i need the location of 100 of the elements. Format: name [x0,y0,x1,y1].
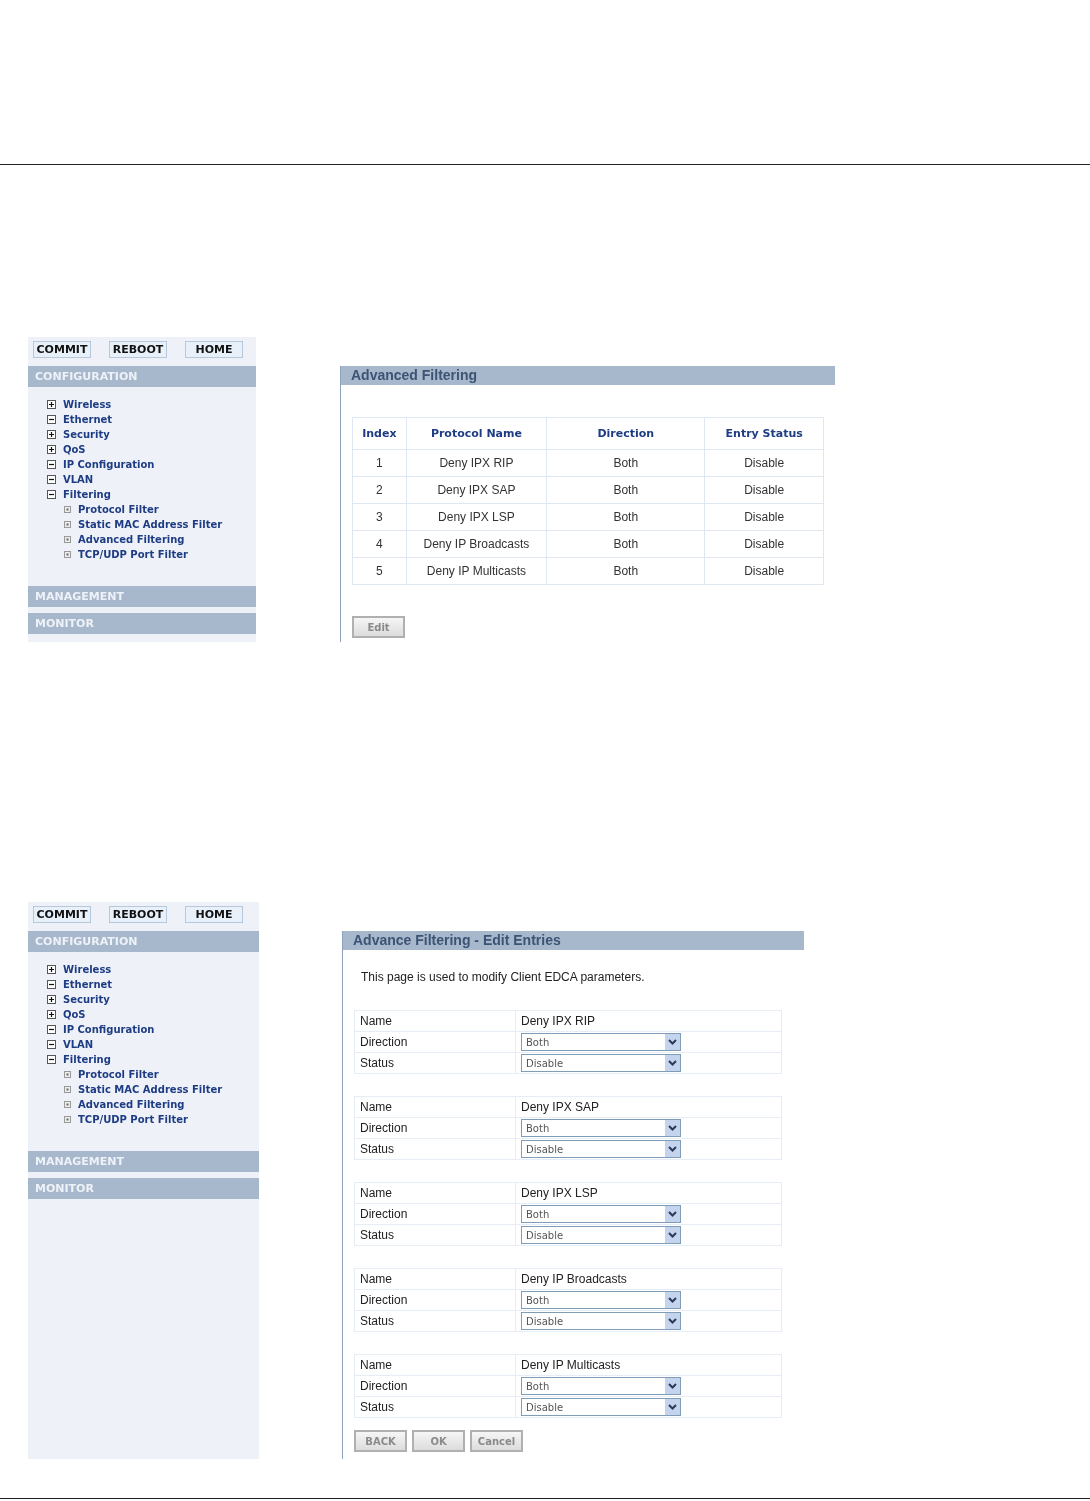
tree-item[interactable]: Ethernet [63,414,113,425]
tree-item[interactable]: IP Configuration [63,1024,155,1035]
name-value: Deny IPX LSP [515,1182,782,1204]
direction-select[interactable]: Both [521,1119,681,1137]
field-label: Direction [354,1117,516,1139]
table-cell: 3 [352,503,407,531]
bullet-box-icon [64,1071,71,1078]
nav-button[interactable]: REBOOT [109,906,167,923]
column-header: Direction [546,417,705,450]
tree-item[interactable]: QoS [63,1009,86,1020]
nav-button[interactable]: HOME [185,906,243,923]
table-cell: Disable [704,503,824,531]
minus-box-icon[interactable] [47,1055,56,1064]
direction-select[interactable]: Both [521,1291,681,1309]
field-label: Name [354,1354,516,1376]
field-label: Direction [354,1203,516,1225]
minus-box-icon[interactable] [47,1040,56,1049]
table-cell: 5 [352,557,407,585]
tree-item[interactable]: Security [63,429,110,440]
bullet-box-icon [64,551,71,558]
table-cell: Deny IPX SAP [406,476,547,504]
field-label: Status [354,1052,516,1074]
nav-button[interactable]: REBOOT [109,341,167,358]
bullet-box-icon [64,521,71,528]
description-text: This page is used to modify Client EDCA parameters. [361,970,646,984]
plus-box-icon[interactable] [47,965,56,974]
plus-box-icon[interactable] [47,430,56,439]
column-header: Protocol Name [406,417,547,450]
bullet-box-icon [64,506,71,513]
table-cell: Both [546,530,705,558]
bullet-box-icon [64,1101,71,1108]
field-label: Name [354,1096,516,1118]
tree-item[interactable]: Filtering [63,1054,111,1065]
name-value: Deny IPX SAP [515,1096,782,1118]
tree-item[interactable]: Wireless [63,964,112,975]
tree-item[interactable]: Static MAC Address Filter [78,519,223,530]
minus-box-icon[interactable] [47,490,56,499]
tree-item[interactable]: IP Configuration [63,459,155,470]
minus-box-icon[interactable] [47,415,56,424]
table-cell: 4 [352,530,407,558]
minus-box-icon[interactable] [47,1025,56,1034]
plus-box-icon[interactable] [47,400,56,409]
table-cell: Both [546,557,705,585]
plus-box-icon[interactable] [47,445,56,454]
tree-item[interactable]: QoS [63,444,86,455]
field-label: Name [354,1268,516,1290]
status-select[interactable]: Disable [521,1398,681,1416]
bullet-box-icon [64,1116,71,1123]
field-label: Status [354,1224,516,1246]
tree-item[interactable]: VLAN [63,1039,94,1050]
name-value: Deny IPX RIP [515,1010,782,1032]
field-label: Status [354,1310,516,1332]
table-cell: Deny IP Multicasts [406,557,547,585]
name-value: Deny IP Broadcasts [515,1268,782,1290]
tree-item[interactable]: TCP/UDP Port Filter [78,1114,188,1125]
status-select[interactable]: Disable [521,1140,681,1158]
bullet-box-icon [64,1086,71,1093]
panel-title: Advance Filtering - Edit Entries [343,931,804,950]
tree-item[interactable]: Advanced Filtering [78,1099,185,1110]
status-select[interactable]: Disable [521,1054,681,1072]
direction-select[interactable]: Both [521,1377,681,1395]
status-select[interactable]: Disable [521,1226,681,1244]
table-cell: Both [546,476,705,504]
tree-item[interactable]: Ethernet [63,979,113,990]
tree-item[interactable]: TCP/UDP Port Filter [78,549,188,560]
field-label: Direction [354,1375,516,1397]
minus-box-icon[interactable] [47,460,56,469]
tree-item[interactable]: VLAN [63,474,94,485]
plus-box-icon[interactable] [47,1010,56,1019]
nav-button[interactable]: HOME [185,341,243,358]
table-cell: Disable [704,449,824,477]
status-select[interactable]: Disable [521,1312,681,1330]
field-label: Status [354,1396,516,1418]
panel-title: Advanced Filtering [341,366,835,385]
table-cell: Both [546,503,705,531]
table-cell: Both [546,449,705,477]
nav-button[interactable]: COMMIT [33,906,91,923]
table-cell: Deny IP Broadcasts [406,530,547,558]
direction-select[interactable]: Both [521,1033,681,1051]
table-cell: Deny IPX LSP [406,503,547,531]
tree-item[interactable]: Static MAC Address Filter [78,1084,223,1095]
tree-item[interactable]: Filtering [63,489,111,500]
column-header: Entry Status [704,417,824,450]
bullet-box-icon [64,536,71,543]
tree-item[interactable]: Protocol Filter [78,1069,159,1080]
minus-box-icon[interactable] [47,475,56,484]
table-cell: 1 [352,449,407,477]
field-label: Name [354,1010,516,1032]
table-cell: Disable [704,530,824,558]
minus-box-icon[interactable] [47,980,56,989]
name-value: Deny IP Multicasts [515,1354,782,1376]
field-label: Direction [354,1289,516,1311]
tree-item[interactable]: Protocol Filter [78,504,159,515]
plus-box-icon[interactable] [47,995,56,1004]
table-cell: 2 [352,476,407,504]
tree-item[interactable]: Wireless [63,399,112,410]
tree-item[interactable]: Security [63,994,110,1005]
nav-button[interactable]: COMMIT [33,341,91,358]
direction-select[interactable]: Both [521,1205,681,1223]
tree-item[interactable]: Advanced Filtering [78,534,185,545]
